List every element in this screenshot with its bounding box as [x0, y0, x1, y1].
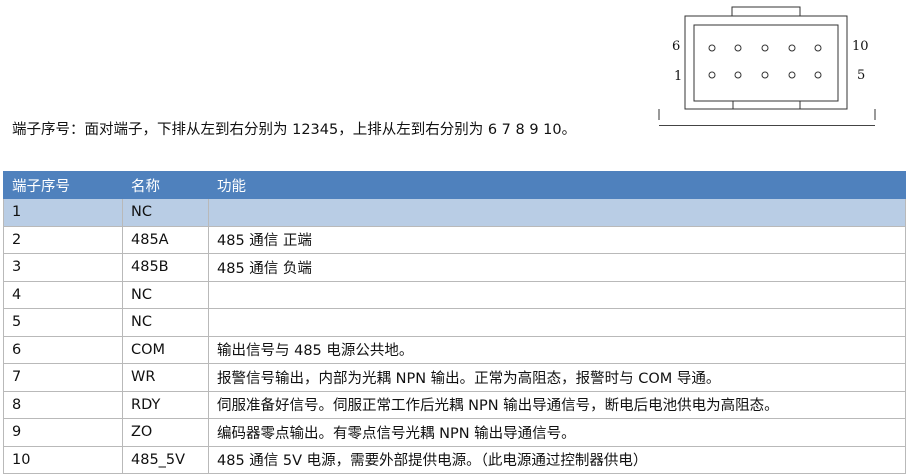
cell-name: NC	[122, 198, 209, 227]
cell-name: 485B	[122, 253, 209, 282]
cell-name: ZO	[122, 418, 209, 447]
table-row: 9 ZO 编码器零点输出。有零点信号光耦 NPN 输出导通信号。	[3, 418, 906, 447]
table-row: 7 WR 报警信号输出，内部为光耦 NPN 输出。正常为高阻态，报警时与 COM…	[3, 363, 906, 392]
cell-name: COM	[122, 335, 209, 364]
cell-name: NC	[122, 280, 209, 309]
cell-name: WR	[122, 363, 209, 392]
cell-function	[208, 280, 906, 309]
cell-pin: 6	[3, 335, 123, 364]
table-row: 4 NC	[3, 280, 906, 309]
cell-pin: 5	[3, 308, 123, 337]
cell-name: 485A	[122, 225, 209, 254]
header-pin-number: 端子序号	[3, 171, 123, 199]
cell-name: RDY	[122, 390, 209, 419]
pin-label-1: 1	[674, 69, 683, 84]
cell-function: 485 通信 负端	[208, 253, 906, 282]
header-name: 名称	[122, 171, 209, 199]
cell-pin: 1	[3, 198, 123, 227]
table-row: 1 NC	[3, 198, 906, 227]
table-row: 2 485A 485 通信 正端	[3, 225, 906, 254]
cell-function	[208, 308, 906, 337]
cell-function: 485 通信 5V 电源，需要外部提供电源。（此电源通过控制器供电）	[208, 445, 906, 474]
cell-function: 伺服准备好信号。伺服正常工作后光耦 NPN 输出导通信号，断电后电池供电为高阻态…	[208, 390, 906, 419]
pin-order-description: 端子序号：面对端子，下排从左到右分别为 12345，上排从左到右分别为 6 7 …	[12, 122, 577, 138]
table-row: 6 COM 输出信号与 485 电源公共地。	[3, 335, 906, 364]
table-row: 10 485_5V 485 通信 5V 电源，需要外部提供电源。（此电源通过控制…	[3, 445, 906, 474]
cell-pin: 10	[3, 445, 123, 474]
table-row: 5 NC	[3, 308, 906, 337]
header-function: 功能	[208, 171, 906, 199]
cell-name: 485_5V	[122, 445, 209, 474]
cell-function: 报警信号输出，内部为光耦 NPN 输出。正常为高阻态，报警时与 COM 导通。	[208, 363, 906, 392]
pin-function-table: 端子序号 名称 功能 1 NC 2 485A 485 通信 正端 3 485B …	[3, 171, 906, 474]
cell-function: 编码器零点输出。有零点信号光耦 NPN 输出导通信号。	[208, 418, 906, 447]
table-row: 3 485B 485 通信 负端	[3, 253, 906, 282]
cell-pin: 8	[3, 390, 123, 419]
cell-pin: 4	[3, 280, 123, 309]
table-header-row: 端子序号 名称 功能	[3, 171, 906, 199]
pin-label-6: 6	[672, 39, 681, 54]
cell-function: 输出信号与 485 电源公共地。	[208, 335, 906, 364]
pin-label-5: 5	[857, 68, 866, 83]
pin-label-10: 10	[852, 39, 869, 54]
table-row: 8 RDY 伺服准备好信号。伺服正常工作后光耦 NPN 输出导通信号，断电后电池…	[3, 390, 906, 419]
cell-function	[208, 198, 906, 227]
cell-pin: 7	[3, 363, 123, 392]
cell-function: 485 通信 正端	[208, 225, 906, 254]
cell-pin: 9	[3, 418, 123, 447]
cell-pin: 2	[3, 225, 123, 254]
cell-name: NC	[122, 308, 209, 337]
cell-pin: 3	[3, 253, 123, 282]
divider-line	[659, 125, 875, 126]
